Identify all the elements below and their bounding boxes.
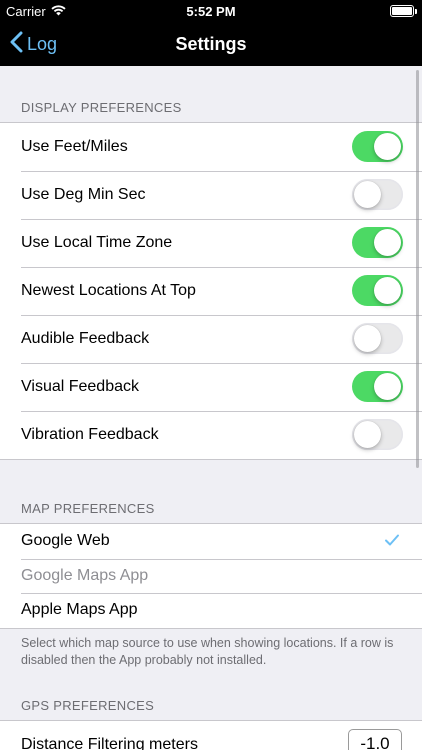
vibration-feedback-toggle[interactable]	[352, 419, 403, 450]
map-preferences-group: Google Web Google Maps App Apple Maps Ap…	[0, 523, 422, 629]
setting-row-use-local-time-zone: Use Local Time Zone	[0, 219, 422, 267]
setting-row-audible-feedback: Audible Feedback	[0, 315, 422, 363]
map-option-label: Apple Maps App	[21, 601, 138, 619]
page-title: Settings	[175, 34, 247, 54]
visual-feedback-toggle[interactable]	[352, 371, 403, 402]
display-preferences-group: Use Feet/Miles Use Deg Min Sec Use Local…	[0, 122, 422, 460]
use-feet-miles-toggle[interactable]	[352, 131, 403, 162]
newest-locations-at-top-toggle[interactable]	[352, 275, 403, 306]
status-bar: Carrier 5:52 PM	[0, 0, 422, 22]
use-deg-min-sec-toggle[interactable]	[352, 179, 403, 210]
map-preferences-footer: Select which map source to use when show…	[21, 636, 394, 667]
display-preferences-header: DISPLAY PREFERENCES	[21, 100, 182, 115]
audible-feedback-toggle[interactable]	[352, 323, 403, 354]
map-option-apple-maps-app[interactable]: Apple Maps App	[0, 593, 422, 628]
setting-row-vibration-feedback: Vibration Feedback	[0, 411, 422, 459]
checkmark-icon	[384, 532, 400, 548]
setting-label: Use Deg Min Sec	[21, 186, 146, 203]
gps-preferences-header: GPS PREFERENCES	[21, 698, 155, 713]
setting-row-use-feet-miles: Use Feet/Miles	[0, 123, 422, 171]
gps-preferences-group: Distance Filtering meters -1.0	[0, 720, 422, 750]
map-option-google-web[interactable]: Google Web	[0, 524, 422, 559]
setting-row-newest-locations-at-top: Newest Locations At Top	[0, 267, 422, 315]
setting-label: Distance Filtering meters	[21, 736, 198, 750]
setting-label: Use Feet/Miles	[21, 138, 128, 155]
setting-label: Newest Locations At Top	[21, 282, 196, 299]
setting-row-distance-filtering: Distance Filtering meters -1.0	[0, 721, 422, 750]
setting-label: Audible Feedback	[21, 330, 150, 347]
distance-filtering-input[interactable]: -1.0	[348, 729, 402, 750]
setting-row-visual-feedback: Visual Feedback	[0, 363, 422, 411]
battery-icon	[390, 5, 417, 17]
battery-level	[392, 7, 412, 15]
status-time: 5:52 PM	[186, 4, 236, 19]
setting-label: Use Local Time Zone	[21, 234, 173, 251]
use-local-time-zone-toggle[interactable]	[352, 227, 403, 258]
map-option-label: Google Maps App	[21, 566, 149, 584]
setting-label: Vibration Feedback	[21, 426, 159, 443]
setting-label: Visual Feedback	[21, 378, 139, 395]
navigation-bar: Log Settings	[0, 22, 422, 66]
scroll-indicator	[416, 70, 419, 468]
map-option-google-maps-app: Google Maps App	[0, 558, 422, 594]
map-option-label: Google Web	[21, 532, 110, 550]
setting-row-use-deg-min-sec: Use Deg Min Sec	[0, 171, 422, 219]
map-preferences-header: MAP PREFERENCES	[21, 501, 155, 516]
settings-list[interactable]: DISPLAY PREFERENCES Use Feet/Miles Use D…	[0, 66, 422, 750]
